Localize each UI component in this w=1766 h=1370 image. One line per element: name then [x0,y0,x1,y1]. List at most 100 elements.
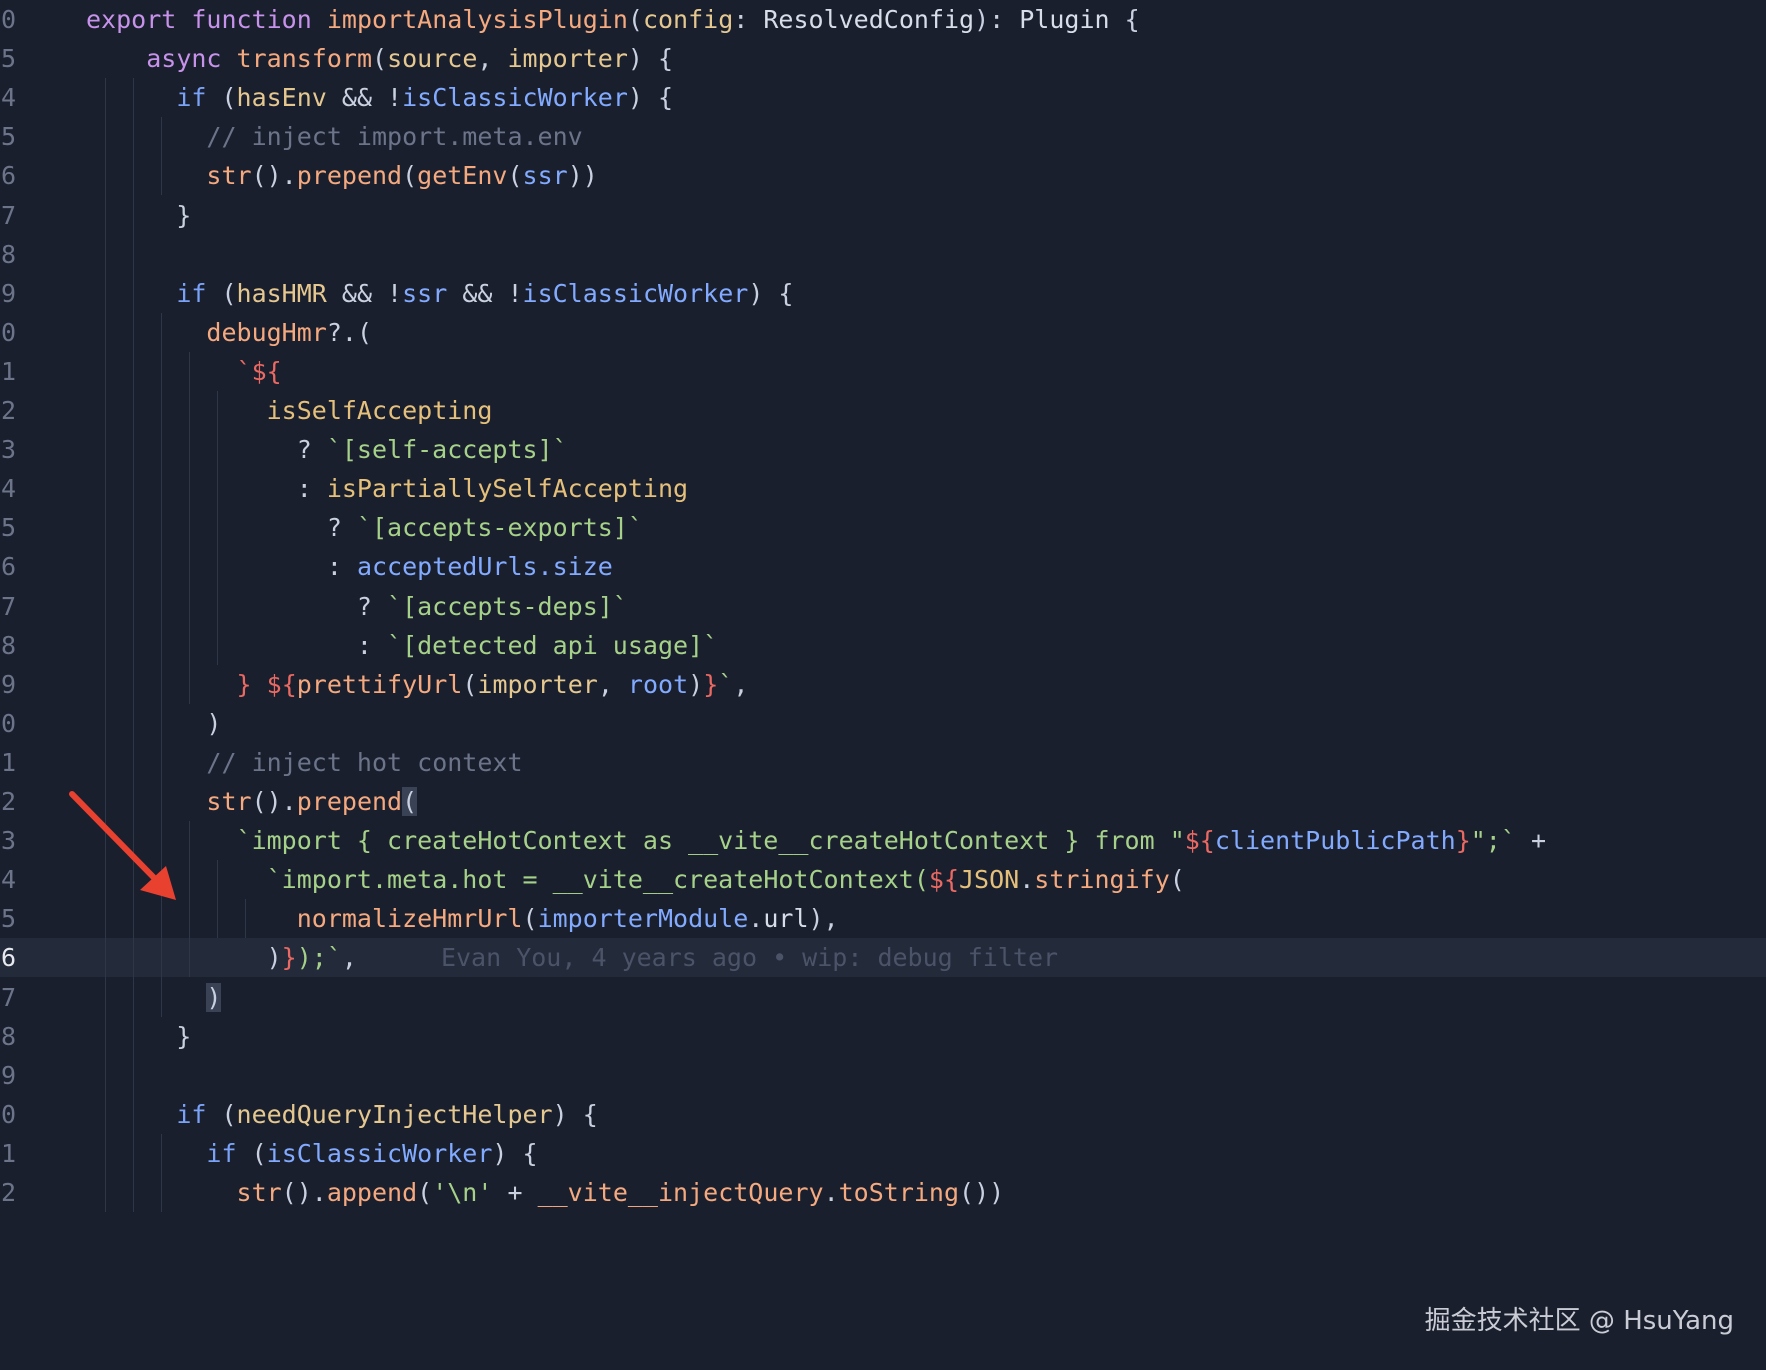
line-number: 23 [0,435,17,465]
code-line[interactable]: 18 [0,235,1766,274]
code-line[interactable]: 30 ) [0,704,1766,743]
code-line[interactable]: 42 str().append('\n' + __vite__injectQue… [0,1173,1766,1212]
code-line[interactable]: 55 async transform(source, importer) { [0,39,1766,78]
code-line[interactable]: 38 } [0,1017,1766,1056]
code-text: ) [86,708,222,738]
code-text: if (needQueryInjectHelper) { [176,1099,598,1129]
indent-guide [161,117,162,196]
code-line[interactable]: 23 ? `[self-accepts]` [0,430,1766,469]
code-text: ? `[self-accepts]` [86,435,568,465]
code-text: if (isClassicWorker) { [206,1138,538,1168]
line-number: 42 [0,1178,17,1207]
code-line[interactable]: 21 `${ [0,352,1766,391]
line-number: 19 [0,278,17,308]
code-text: ? `[accepts-deps]` [86,591,628,621]
code-line[interactable]: 26 : acceptedUrls.size [0,547,1766,586]
line-number: 18 [0,239,17,269]
line-number: 39 [0,1060,17,1090]
code-text: str().prepend(getEnv(ssr)) [206,161,598,191]
line-number: 27 [0,591,17,621]
code-text: str().append('\n' + __vite__injectQuery.… [236,1178,1005,1207]
code-line[interactable]: 33 `import { createHotContext as __vite_… [0,821,1766,860]
code-line[interactable]: 27 ? `[accepts-deps]` [0,587,1766,626]
line-number: 34 [0,865,17,895]
code-editor[interactable]: 20 export function importAnalysisPlugin(c… [0,0,1766,1370]
line-number: 33 [0,826,17,856]
indent-guide [217,860,218,939]
indent-guide [161,1133,162,1213]
code-line[interactable]: 37 ) [0,978,1766,1017]
code-line[interactable]: 35 normalizeHmrUrl(importerModule.url), [0,899,1766,938]
code-line[interactable]: 36 )});`,Evan You, 4 years ago • wip: de… [0,938,1766,978]
code-line[interactable]: 20 export function importAnalysisPlugin(c… [0,0,1766,39]
code-text: debugHmr?.( [206,317,372,347]
line-number: 15 [0,122,17,152]
git-blame-annotation: Evan You, 4 years ago • wip: debug filte… [440,943,1059,973]
code-text: async transform(source, importer) { [146,44,674,74]
line-number: 24 [0,474,17,504]
code-line[interactable]: 31 // inject hot context [0,743,1766,782]
code-text: normalizeHmrUrl(importerModule.url), [296,904,839,934]
line-number: 14 [0,83,17,113]
code-line[interactable]: 19 if (hasHMR && !ssr && !isClassicWorke… [0,274,1766,313]
code-text: isSelfAccepting [266,396,493,425]
line-number: 55 [0,44,17,74]
code-line[interactable]: 41 if (isClassicWorker) { [0,1134,1766,1173]
code-text: } [86,200,192,230]
red-arrow-annotation [69,791,176,900]
code-text: } [86,1021,192,1051]
code-line[interactable]: 15 // inject import.meta.env [0,117,1766,156]
line-number: 30 [0,708,17,738]
code-text: // inject hot context [206,747,523,777]
code-text: ) [206,982,222,1012]
line-number: 17 [0,200,17,230]
code-line[interactable]: 40 if (needQueryInjectHelper) { [0,1095,1766,1134]
line-number: 16 [0,161,17,191]
code-line[interactable]: 16 str().prepend(getEnv(ssr)) [0,156,1766,195]
line-number: 26 [0,552,17,582]
code-line[interactable]: 39 [0,1056,1766,1095]
line-number: 38 [0,1021,17,1051]
code-text: export function importAnalysisPlugin(con… [86,5,1140,34]
code-text: if (hasEnv && !isClassicWorker) { [176,83,674,113]
code-line[interactable]: 14 if (hasEnv && !isClassicWorker) { [0,78,1766,117]
line-number: 40 [0,1099,17,1129]
watermark-text: 掘金技术社区 @ HsuYang [1424,1306,1734,1336]
code-text: : acceptedUrls.size [86,552,613,582]
code-text: `import { createHotContext as __vite__cr… [236,826,1547,856]
code-line[interactable]: 17 } [0,196,1766,235]
code-text: ? `[accepts-exports]` [86,513,643,543]
indent-guide [105,78,106,1213]
line-number: 29 [0,669,17,699]
code-line[interactable]: 20 debugHmr?.( [0,313,1766,352]
code-line[interactable]: 22 isSelfAccepting [0,391,1766,430]
code-line[interactable]: 25 ? `[accepts-exports]` [0,508,1766,547]
code-line[interactable]: 24 : isPartiallySelfAccepting [0,469,1766,508]
code-line[interactable]: 32 str().prepend( [0,782,1766,821]
code-text: } ${prettifyUrl(importer, root)}`, [236,669,749,699]
line-number: 25 [0,513,17,543]
code-text: `${ [236,356,282,386]
indent-guide [189,351,190,704]
code-text: )});`, Evan You, 4 years ago • wip: debug… [86,943,1059,973]
code-text: `import.meta.hot = __vite__createHotCont… [266,865,1185,895]
line-number: 28 [0,630,17,660]
line-number: 41 [0,1138,17,1168]
line-number: 20 [0,317,17,347]
code-text: : `[detected api usage]` [86,630,719,660]
line-number: 35 [0,904,17,934]
line-number: 37 [0,982,17,1012]
code-text: if (hasHMR && !ssr && !isClassicWorker) … [176,278,794,308]
line-number: 21 [0,356,17,386]
line-number: 22 [0,396,17,425]
code-line[interactable]: 28 : `[detected api usage]` [0,626,1766,665]
code-line[interactable]: 34 `import.meta.hot = __vite__createHotC… [0,860,1766,899]
line-number: 36 [0,943,17,973]
indent-guide [245,899,246,939]
line-number: 20 [0,5,17,34]
line-number: 31 [0,747,17,777]
indent-guide [133,78,134,1213]
code-text: : isPartiallySelfAccepting [86,474,689,504]
indent-guide [217,391,218,665]
code-line[interactable]: 29 } ${prettifyUrl(importer, root)}`, [0,665,1766,704]
